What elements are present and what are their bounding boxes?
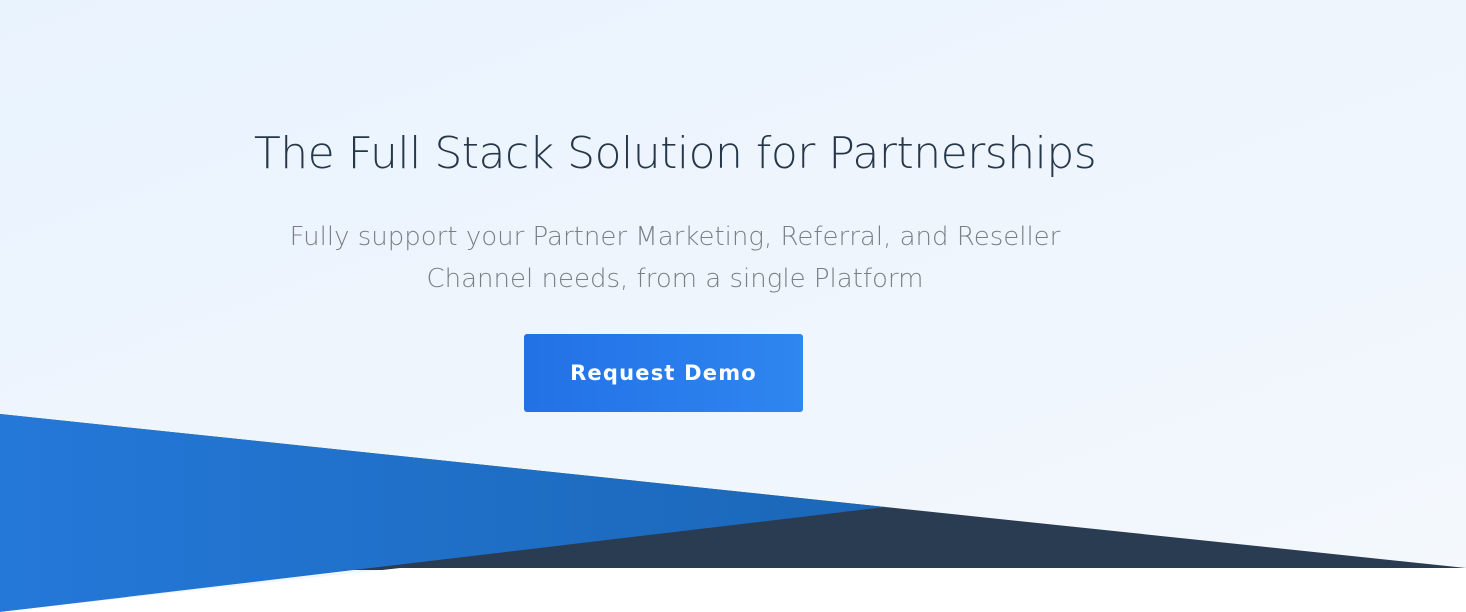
hero-title: The Full Stack Solution for Partnerships bbox=[253, 128, 1097, 179]
hero-subtitle: Fully support your Partner Marketing, Re… bbox=[289, 222, 1061, 294]
request-demo-button[interactable]: Request Demo bbox=[524, 334, 803, 412]
hero-background-shapes bbox=[0, 414, 1466, 612]
hero-section: The Full Stack Solution for Partnerships… bbox=[0, 0, 1466, 612]
